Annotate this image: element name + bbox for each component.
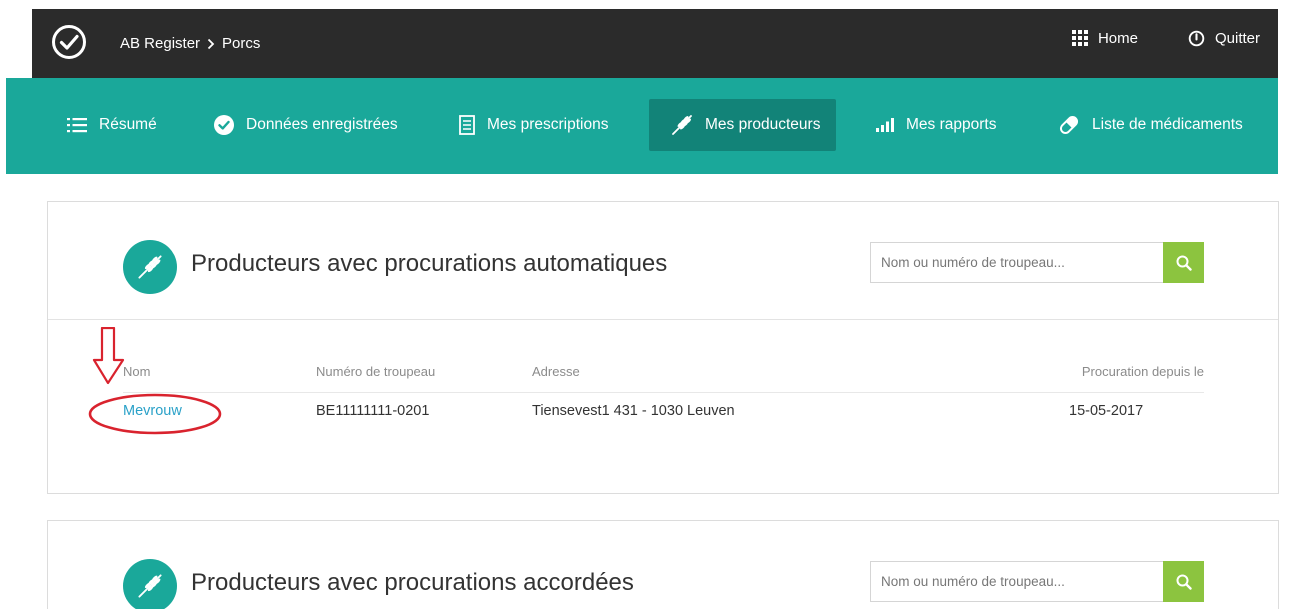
panel-header: Producteurs avec procurations accordées xyxy=(48,521,1278,609)
search-button[interactable] xyxy=(1163,242,1204,283)
chevron-right-icon xyxy=(207,38,215,49)
main-nav: Résumé Données enregistrées Mes prescrip… xyxy=(6,78,1278,174)
nav-item-resume[interactable]: Résumé xyxy=(67,99,157,151)
granted-producers-panel: Producteurs avec procurations accordées xyxy=(47,520,1279,609)
breadcrumb-item-current[interactable]: Porcs xyxy=(222,15,260,73)
nav-label-resume: Résumé xyxy=(99,116,157,133)
document-icon xyxy=(459,115,475,135)
quit-link[interactable]: Quitter xyxy=(1188,30,1260,47)
nav-item-donnees[interactable]: Données enregistrées xyxy=(214,99,398,151)
nav-label-prescriptions: Mes prescriptions xyxy=(487,116,609,133)
search-input[interactable] xyxy=(870,242,1163,283)
panel-header: Producteurs avec procurations automatiqu… xyxy=(48,202,1278,320)
nav-label-producteurs: Mes producteurs xyxy=(705,116,821,133)
breadcrumb-item-app[interactable]: AB Register xyxy=(120,15,200,73)
quit-label: Quitter xyxy=(1214,29,1260,47)
search-box xyxy=(870,561,1204,602)
nav-label-donnees: Données enregistrées xyxy=(246,116,398,133)
column-header-procuration[interactable]: Procuration depuis le xyxy=(1082,364,1204,379)
producer-name-link[interactable]: Mevrouw xyxy=(123,403,182,419)
check-circle-icon xyxy=(214,115,234,135)
app-logo-check-icon[interactable] xyxy=(51,24,87,60)
home-label: Home xyxy=(1097,29,1138,47)
producers-badge xyxy=(123,559,177,609)
column-header-adresse[interactable]: Adresse xyxy=(532,364,580,379)
grid-icon xyxy=(1071,30,1088,46)
producers-badge xyxy=(123,240,177,294)
nav-item-rapports[interactable]: Mes rapports xyxy=(876,99,996,151)
nav-item-medicaments[interactable]: Liste de médicaments xyxy=(1058,99,1243,151)
search-input[interactable] xyxy=(870,561,1163,602)
search-icon xyxy=(1176,574,1192,590)
nav-label-medicaments: Liste de médicaments xyxy=(1092,116,1243,133)
top-bar: AB Register Porcs Home Quitter xyxy=(32,9,1278,78)
power-icon xyxy=(1188,30,1205,46)
procuration-date: 15-05-2017 xyxy=(1069,403,1144,419)
breadcrumb: AB Register Porcs xyxy=(120,9,260,78)
nav-item-prescriptions[interactable]: Mes prescriptions xyxy=(459,99,608,151)
producer-address: Tiensevest1 431 - 1030 Leuven xyxy=(532,403,735,419)
search-icon xyxy=(1176,255,1192,271)
list-icon xyxy=(67,118,87,133)
pill-icon xyxy=(1059,115,1079,135)
nav-item-producteurs[interactable]: Mes producteurs xyxy=(649,99,837,151)
nav-label-rapports: Mes rapports xyxy=(906,116,997,133)
search-box xyxy=(870,242,1204,283)
herd-number: BE11111111-0201 xyxy=(316,403,430,419)
table-header-divider xyxy=(123,392,1204,393)
wheat-icon xyxy=(138,255,162,279)
search-button[interactable] xyxy=(1163,561,1204,602)
wheat-icon xyxy=(672,115,692,135)
panel-title: Producteurs avec procurations automatiqu… xyxy=(191,250,668,277)
column-header-numero[interactable]: Numéro de troupeau xyxy=(316,364,435,379)
panel-title: Producteurs avec procurations accordées xyxy=(191,569,634,596)
home-link[interactable]: Home xyxy=(1071,29,1138,47)
wheat-icon xyxy=(138,574,162,598)
bar-chart-icon xyxy=(876,118,894,132)
automatic-producers-panel: Producteurs avec procurations automatiqu… xyxy=(47,201,1279,494)
column-header-nom[interactable]: Nom xyxy=(123,364,150,379)
